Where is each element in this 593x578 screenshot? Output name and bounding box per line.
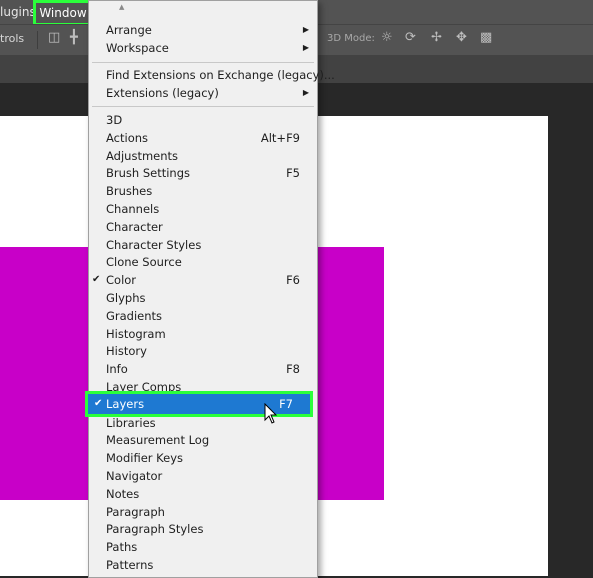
menu-item-find-extensions[interactable]: Find Extensions on Exchange (legacy)... — [89, 66, 335, 84]
slide-3d-icon[interactable]: ✥ — [456, 30, 467, 45]
menu-item-label: Histogram — [106, 327, 166, 341]
checkmark-icon: ✔ — [92, 274, 101, 285]
menu-item-channels[interactable]: Channels — [89, 200, 317, 218]
menu-item-3d[interactable]: 3D — [89, 111, 317, 129]
menu-item-brush-settings[interactable]: Brush Settings F5 — [89, 164, 317, 182]
menu-item-history[interactable]: History — [89, 342, 317, 360]
menu-item-label: Actions — [106, 131, 149, 145]
submenu-arrow-icon: ▶ — [302, 25, 309, 34]
menu-item-patterns[interactable]: Patterns — [89, 556, 317, 574]
menu-item-actions[interactable]: Actions Alt+F9 — [89, 129, 317, 147]
menu-item-label: Character — [106, 220, 163, 234]
submenu-arrow-icon: ▶ — [302, 88, 309, 97]
menu-item-label: Channels — [106, 202, 160, 216]
menu-item-character-styles[interactable]: Character Styles — [89, 236, 317, 254]
menu-item-label: Paragraph — [106, 505, 165, 519]
menu-item-measurement-log[interactable]: Measurement Log — [89, 431, 317, 449]
menu-window[interactable]: Window — [33, 0, 93, 26]
menu-item-workspace[interactable]: Workspace ▶ — [89, 39, 317, 57]
menu-item-color[interactable]: ✔ Color F6 — [89, 271, 317, 289]
menu-item-shortcut: F5 — [286, 166, 300, 180]
menu-item-label: Clone Source — [106, 255, 182, 269]
menu-item-info[interactable]: Info F8 — [89, 360, 317, 378]
window-menu-dropdown: ▲ Arrange ▶ Workspace ▶ Find Extensions on… — [85, 0, 335, 578]
menu-item-gradients[interactable]: Gradients — [89, 307, 317, 325]
show-transform-controls-label[interactable]: trols — [0, 32, 24, 45]
menu-item-label: Layers — [106, 397, 145, 411]
menu-item-label: Character Styles — [106, 238, 202, 252]
menu-item-label: Paths — [106, 540, 138, 554]
menu-item-label: Navigator — [106, 469, 163, 483]
menu-item-character[interactable]: Character — [89, 218, 317, 236]
drag-3d-icon[interactable]: ✢ — [431, 30, 442, 45]
options-separator — [37, 31, 38, 49]
menu-item-libraries[interactable]: Libraries — [89, 414, 317, 432]
menu-item-label: Glyphs — [106, 291, 146, 305]
menu-item-clone-source[interactable]: Clone Source — [89, 253, 317, 271]
menu-item-navigator[interactable]: Navigator — [89, 467, 317, 485]
menu-item-brushes[interactable]: Brushes — [89, 182, 317, 200]
menu-item-label: Color — [106, 273, 137, 287]
menu-item-label: Patterns — [106, 558, 154, 572]
menu-separator — [92, 106, 314, 107]
menu-item-shortcut: F6 — [286, 273, 300, 287]
menu-item-shortcut: F7 — [279, 397, 293, 411]
menu-item-shortcut: Alt+F9 — [260, 131, 300, 145]
menu-item-paragraph-styles[interactable]: Paragraph Styles — [89, 520, 317, 538]
menu-item-label: 3D — [106, 113, 123, 127]
menu-plugins[interactable]: lugins — [0, 0, 36, 24]
menu-item-label: Gradients — [106, 309, 163, 323]
menu-item-adjustments[interactable]: Adjustments — [89, 147, 317, 165]
menu-item-label: Notes — [106, 487, 140, 501]
menu-item-arrange[interactable]: Arrange ▶ — [89, 21, 317, 39]
mouse-cursor-icon — [264, 403, 278, 424]
menu-item-label: History — [106, 344, 147, 358]
menu-separator — [92, 62, 314, 63]
menu-item-paragraph[interactable]: Paragraph — [89, 503, 317, 521]
menu-item-histogram[interactable]: Histogram — [89, 325, 317, 343]
menu-item-label: Measurement Log — [106, 433, 210, 447]
menu-item-label: Paragraph Styles — [106, 522, 204, 536]
align-left-icon[interactable]: ◫ — [48, 30, 60, 45]
menu-item-label: Brushes — [106, 184, 153, 198]
menu-item-modifier-keys[interactable]: Modifier Keys — [89, 449, 317, 467]
menu-item-label: Modifier Keys — [106, 451, 183, 465]
menu-item-label: Brush Settings — [106, 166, 191, 180]
menu-item-shortcut: F8 — [286, 362, 300, 376]
menu-item-extensions[interactable]: Extensions (legacy) ▶ — [89, 84, 317, 102]
scroll-up-arrow-icon[interactable]: ▲ — [119, 3, 124, 11]
roll-3d-icon[interactable]: ⟳ — [405, 30, 416, 45]
menu-item-notes[interactable]: Notes — [89, 485, 317, 503]
submenu-arrow-icon: ▶ — [302, 43, 309, 52]
align-center-icon[interactable]: ╋ — [70, 30, 78, 45]
menu-item-label: Libraries — [106, 416, 156, 430]
menu-item-label: Info — [106, 362, 128, 376]
menu-item-paths[interactable]: Paths — [89, 538, 317, 556]
video-camera-icon[interactable]: ▩ — [480, 30, 492, 45]
menu-item-label: Adjustments — [106, 149, 179, 163]
menu-item-glyphs[interactable]: Glyphs — [89, 289, 317, 307]
3d-mode-label: 3D Mode: — [327, 33, 375, 44]
orbit-3d-icon[interactable]: ☼ — [381, 30, 393, 45]
checkmark-icon: ✔ — [94, 398, 103, 409]
